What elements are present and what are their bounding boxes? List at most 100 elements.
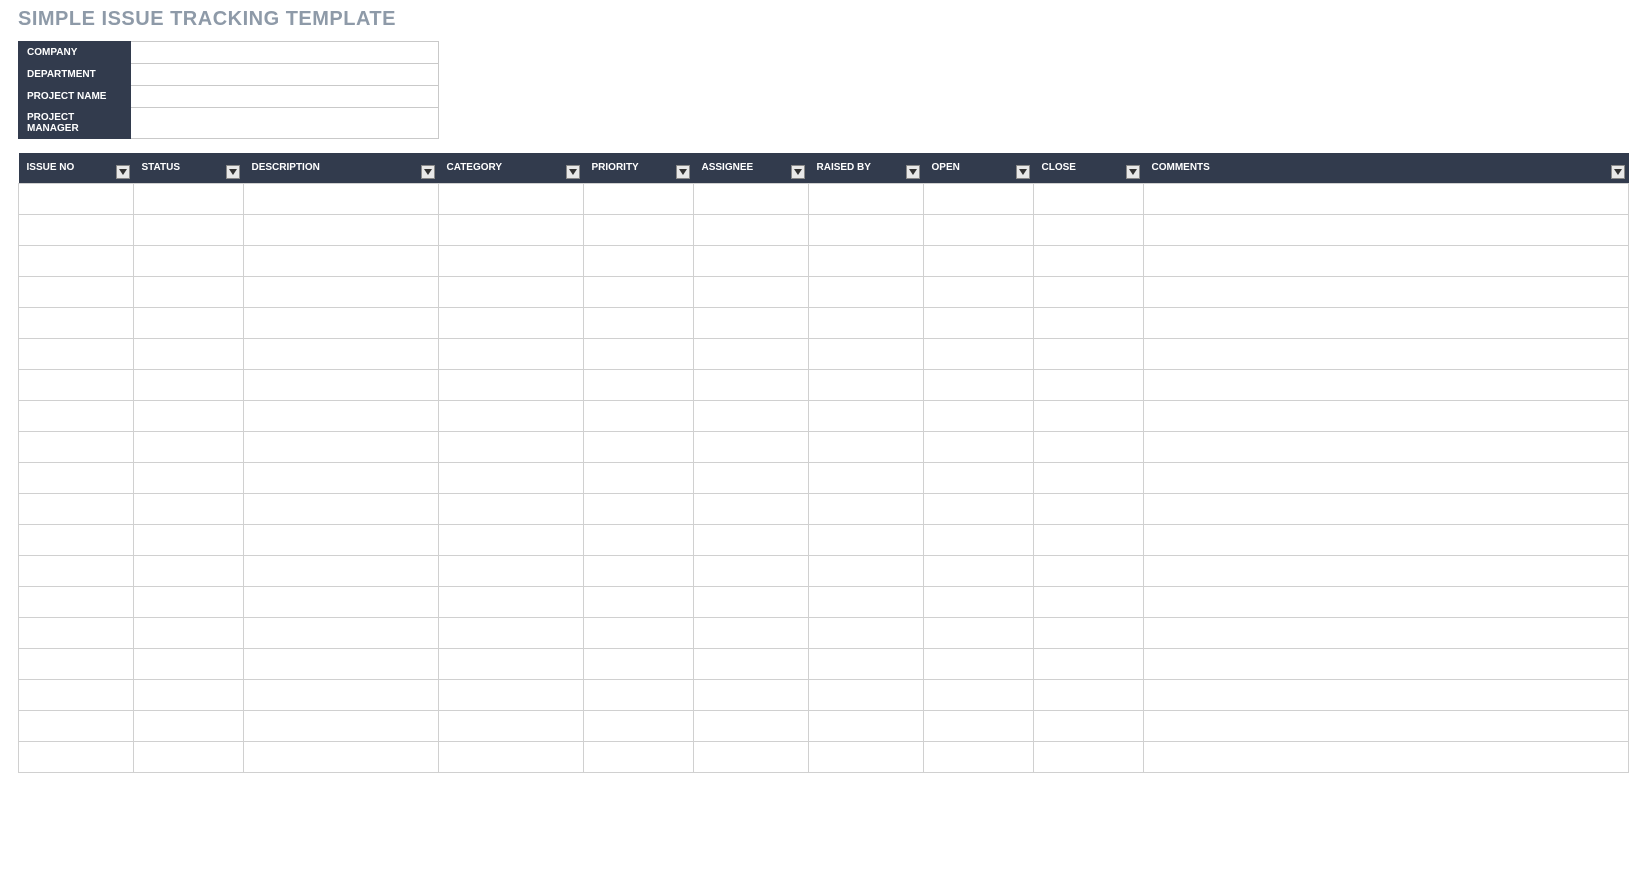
cell-category[interactable] xyxy=(439,679,584,710)
cell-assignee[interactable] xyxy=(694,710,809,741)
cell-raised_by[interactable] xyxy=(809,493,924,524)
cell-comments[interactable] xyxy=(1144,741,1629,772)
cell-assignee[interactable] xyxy=(694,183,809,214)
cell-issue_no[interactable] xyxy=(19,524,134,555)
meta-value-project-name[interactable] xyxy=(131,86,439,108)
cell-open[interactable] xyxy=(924,400,1034,431)
cell-open[interactable] xyxy=(924,524,1034,555)
cell-close[interactable] xyxy=(1034,462,1144,493)
cell-close[interactable] xyxy=(1034,524,1144,555)
cell-priority[interactable] xyxy=(584,369,694,400)
cell-assignee[interactable] xyxy=(694,555,809,586)
cell-priority[interactable] xyxy=(584,462,694,493)
cell-category[interactable] xyxy=(439,338,584,369)
cell-close[interactable] xyxy=(1034,214,1144,245)
cell-priority[interactable] xyxy=(584,741,694,772)
cell-open[interactable] xyxy=(924,369,1034,400)
cell-description[interactable] xyxy=(244,462,439,493)
meta-value-project-manager[interactable] xyxy=(131,108,439,139)
cell-close[interactable] xyxy=(1034,586,1144,617)
filter-dropdown-icon[interactable] xyxy=(1611,165,1625,179)
cell-close[interactable] xyxy=(1034,338,1144,369)
cell-close[interactable] xyxy=(1034,369,1144,400)
cell-issue_no[interactable] xyxy=(19,307,134,338)
cell-close[interactable] xyxy=(1034,183,1144,214)
cell-description[interactable] xyxy=(244,400,439,431)
cell-category[interactable] xyxy=(439,710,584,741)
cell-issue_no[interactable] xyxy=(19,183,134,214)
cell-issue_no[interactable] xyxy=(19,276,134,307)
cell-raised_by[interactable] xyxy=(809,307,924,338)
cell-assignee[interactable] xyxy=(694,276,809,307)
cell-raised_by[interactable] xyxy=(809,555,924,586)
cell-raised_by[interactable] xyxy=(809,741,924,772)
cell-category[interactable] xyxy=(439,586,584,617)
cell-issue_no[interactable] xyxy=(19,431,134,462)
cell-priority[interactable] xyxy=(584,648,694,679)
cell-raised_by[interactable] xyxy=(809,648,924,679)
cell-comments[interactable] xyxy=(1144,431,1629,462)
meta-value-company[interactable] xyxy=(131,42,439,64)
cell-open[interactable] xyxy=(924,617,1034,648)
cell-category[interactable] xyxy=(439,648,584,679)
cell-raised_by[interactable] xyxy=(809,524,924,555)
cell-close[interactable] xyxy=(1034,276,1144,307)
cell-priority[interactable] xyxy=(584,617,694,648)
cell-assignee[interactable] xyxy=(694,493,809,524)
cell-status[interactable] xyxy=(134,400,244,431)
cell-description[interactable] xyxy=(244,307,439,338)
cell-status[interactable] xyxy=(134,338,244,369)
cell-open[interactable] xyxy=(924,214,1034,245)
cell-comments[interactable] xyxy=(1144,462,1629,493)
cell-comments[interactable] xyxy=(1144,493,1629,524)
cell-comments[interactable] xyxy=(1144,369,1629,400)
cell-status[interactable] xyxy=(134,431,244,462)
cell-comments[interactable] xyxy=(1144,648,1629,679)
filter-dropdown-icon[interactable] xyxy=(566,165,580,179)
cell-open[interactable] xyxy=(924,493,1034,524)
cell-raised_by[interactable] xyxy=(809,183,924,214)
cell-issue_no[interactable] xyxy=(19,710,134,741)
cell-open[interactable] xyxy=(924,276,1034,307)
cell-status[interactable] xyxy=(134,617,244,648)
cell-priority[interactable] xyxy=(584,183,694,214)
cell-priority[interactable] xyxy=(584,524,694,555)
cell-comments[interactable] xyxy=(1144,617,1629,648)
cell-description[interactable] xyxy=(244,679,439,710)
cell-open[interactable] xyxy=(924,307,1034,338)
cell-description[interactable] xyxy=(244,493,439,524)
cell-comments[interactable] xyxy=(1144,276,1629,307)
cell-assignee[interactable] xyxy=(694,741,809,772)
cell-raised_by[interactable] xyxy=(809,431,924,462)
cell-open[interactable] xyxy=(924,586,1034,617)
cell-status[interactable] xyxy=(134,493,244,524)
cell-raised_by[interactable] xyxy=(809,214,924,245)
cell-open[interactable] xyxy=(924,679,1034,710)
filter-dropdown-icon[interactable] xyxy=(1126,165,1140,179)
cell-issue_no[interactable] xyxy=(19,617,134,648)
cell-open[interactable] xyxy=(924,710,1034,741)
cell-raised_by[interactable] xyxy=(809,369,924,400)
cell-assignee[interactable] xyxy=(694,245,809,276)
cell-comments[interactable] xyxy=(1144,679,1629,710)
cell-category[interactable] xyxy=(439,617,584,648)
cell-category[interactable] xyxy=(439,524,584,555)
cell-category[interactable] xyxy=(439,493,584,524)
cell-raised_by[interactable] xyxy=(809,462,924,493)
cell-issue_no[interactable] xyxy=(19,400,134,431)
cell-description[interactable] xyxy=(244,183,439,214)
cell-close[interactable] xyxy=(1034,679,1144,710)
cell-comments[interactable] xyxy=(1144,524,1629,555)
cell-priority[interactable] xyxy=(584,245,694,276)
cell-comments[interactable] xyxy=(1144,338,1629,369)
cell-issue_no[interactable] xyxy=(19,679,134,710)
cell-comments[interactable] xyxy=(1144,555,1629,586)
cell-category[interactable] xyxy=(439,276,584,307)
cell-description[interactable] xyxy=(244,741,439,772)
cell-priority[interactable] xyxy=(584,710,694,741)
filter-dropdown-icon[interactable] xyxy=(906,165,920,179)
cell-assignee[interactable] xyxy=(694,648,809,679)
filter-dropdown-icon[interactable] xyxy=(226,165,240,179)
cell-assignee[interactable] xyxy=(694,679,809,710)
cell-close[interactable] xyxy=(1034,493,1144,524)
